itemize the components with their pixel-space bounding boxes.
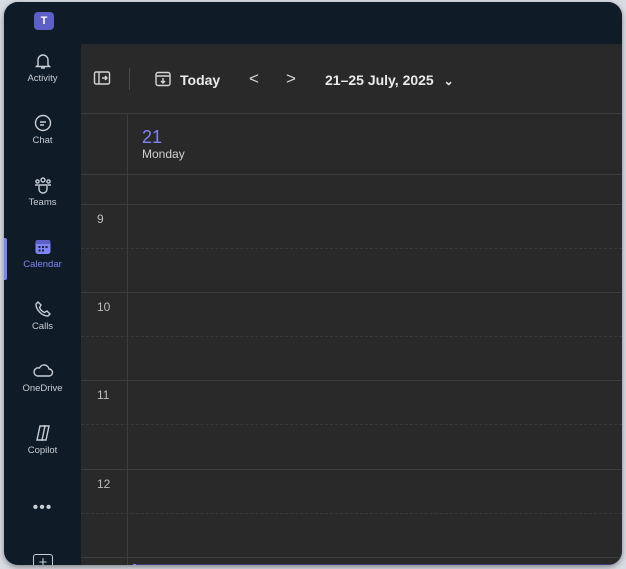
half-hour-line — [81, 248, 622, 250]
today-calendar-icon[interactable] — [154, 70, 172, 93]
day-header[interactable]: 21 Monday — [142, 127, 185, 161]
half-hour-line — [81, 336, 622, 338]
hour-label: 9 — [97, 212, 104, 226]
day-grid: 21 Monday 9 10 11 12 13 — [81, 114, 622, 565]
rail-label: Activity — [27, 73, 58, 84]
today-button[interactable]: Today — [180, 72, 220, 88]
hour-label: 12 — [97, 477, 111, 491]
title-bar: T — [4, 2, 622, 44]
date-range-picker[interactable]: 21–25 July, 2025 ⌄ — [325, 72, 454, 88]
time-gutter-divider — [127, 114, 128, 565]
more-apps-icon[interactable]: ••• — [4, 499, 81, 517]
hour-label: 11 — [97, 388, 110, 402]
hour-line — [81, 292, 622, 293]
copilot-icon — [35, 425, 50, 441]
rail-item-chat[interactable]: Chat — [4, 106, 81, 164]
rail-label: Copilot — [27, 445, 58, 456]
rail-item-teams[interactable]: Teams — [4, 168, 81, 226]
rail-item-calls[interactable]: Calls — [4, 292, 81, 350]
rail-item-copilot[interactable]: Copilot — [4, 416, 81, 474]
teams-logo-icon: T — [34, 12, 54, 30]
rail-item-calendar[interactable]: Calendar — [4, 230, 81, 288]
toggle-sidebar-icon[interactable] — [93, 70, 111, 91]
half-hour-line — [81, 513, 622, 515]
hour-label: 10 — [97, 300, 111, 314]
rail-label: Calendar — [23, 259, 62, 270]
calendar-icon — [35, 240, 50, 254]
rail-label: Chat — [32, 135, 53, 146]
hour-line — [81, 204, 622, 205]
bell-icon — [34, 54, 51, 69]
day-number: 21 — [142, 127, 163, 147]
rail-label: OneDrive — [22, 383, 63, 394]
calendar-event[interactable] — [133, 564, 622, 565]
app-window: T Activity Chat Teams Calendar Calls One… — [4, 2, 622, 565]
rail-label: Calls — [31, 321, 54, 332]
next-week-button[interactable]: > — [286, 69, 296, 89]
chevron-down-icon: ⌄ — [443, 74, 454, 88]
teams-icon — [34, 177, 51, 194]
date-range-label: 21–25 July, 2025 — [325, 72, 434, 88]
chat-icon — [34, 114, 51, 132]
hour-line — [81, 557, 622, 558]
day-name: Monday — [142, 147, 185, 161]
phone-icon — [34, 301, 51, 317]
half-hour-line — [81, 424, 622, 426]
allday-divider — [81, 174, 622, 175]
rail-item-activity[interactable]: Activity — [4, 44, 81, 102]
toolbar-divider — [129, 68, 130, 90]
cloud-icon — [32, 364, 53, 377]
calendar-toolbar: Today < > 21–25 July, 2025 ⌄ — [81, 44, 622, 114]
hour-line — [81, 380, 622, 381]
calendar-main: Today < > 21–25 July, 2025 ⌄ 21 Monday 9… — [81, 44, 622, 565]
hour-line — [81, 469, 622, 470]
rail-label: Teams — [28, 197, 57, 208]
previous-week-button[interactable]: < — [249, 69, 259, 89]
add-app-icon[interactable]: + — [33, 554, 53, 565]
rail-item-onedrive[interactable]: OneDrive — [4, 354, 81, 412]
app-rail: Activity Chat Teams Calendar Calls OneDr… — [4, 44, 81, 565]
